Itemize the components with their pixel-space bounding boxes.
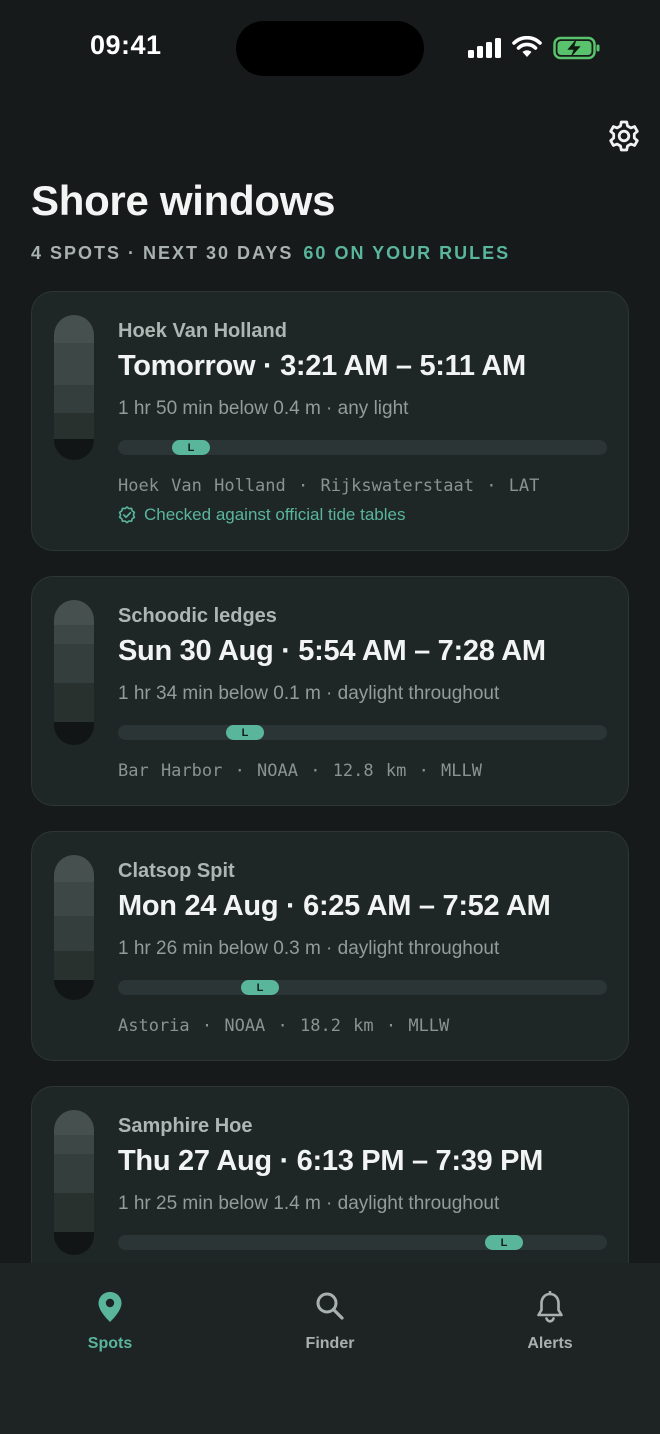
page-subtitle: 4 SPOTS · NEXT 30 DAYS 60 ON YOUR RULES bbox=[31, 243, 510, 264]
low-tide-marker: L bbox=[241, 980, 279, 995]
window-card[interactable]: Schoodic ledges Sun 30 Aug · 5:54 AM – 7… bbox=[31, 576, 629, 806]
search-icon bbox=[316, 1292, 344, 1320]
tide-timeline: L bbox=[118, 980, 607, 995]
station-meta: Hoek Van Holland · Rijkswaterstaat · LAT bbox=[118, 476, 540, 496]
tide-level-gauge bbox=[54, 600, 94, 745]
tide-level-gauge bbox=[54, 315, 94, 460]
spot-name: Hoek Van Holland bbox=[118, 320, 287, 342]
battery-charging-icon bbox=[553, 36, 600, 60]
tide-level-gauge bbox=[54, 855, 94, 1000]
windows-list[interactable]: Hoek Van Holland Tomorrow · 3:21 AM – 5:… bbox=[31, 291, 629, 1263]
cellular-signal-icon bbox=[468, 38, 501, 58]
verified-note: Checked against official tide tables bbox=[118, 505, 405, 525]
window-time: Mon 24 Aug · 6:25 AM – 7:52 AM bbox=[118, 890, 551, 922]
tab-alerts[interactable]: Alerts bbox=[480, 1291, 620, 1353]
tab-bar: Spots Finder Alerts bbox=[0, 1263, 660, 1434]
window-card[interactable]: Clatsop Spit Mon 24 Aug · 6:25 AM – 7:52… bbox=[31, 831, 629, 1061]
tab-spots[interactable]: Spots bbox=[40, 1291, 180, 1353]
spot-name: Clatsop Spit bbox=[118, 860, 235, 882]
station-meta: Astoria · NOAA · 18.2 km · MLLW bbox=[118, 1016, 450, 1036]
settings-gear-icon[interactable] bbox=[607, 119, 641, 153]
rules-count-link[interactable]: 60 ON YOUR RULES bbox=[303, 243, 510, 263]
tide-timeline: L bbox=[118, 440, 607, 455]
window-time: Thu 27 Aug · 6:13 PM – 7:39 PM bbox=[118, 1145, 544, 1177]
low-tide-marker: L bbox=[226, 725, 264, 740]
wifi-icon bbox=[512, 36, 542, 57]
low-tide-marker: L bbox=[172, 440, 210, 455]
spot-name: Samphire Hoe bbox=[118, 1115, 253, 1137]
tide-timeline: L bbox=[118, 725, 607, 740]
tab-label: Spots bbox=[87, 1335, 133, 1352]
tide-timeline: L bbox=[118, 1235, 607, 1250]
page-title: Shore windows bbox=[31, 177, 336, 224]
location-pin-icon bbox=[98, 1292, 122, 1322]
station-meta: Bar Harbor · NOAA · 12.8 km · MLLW bbox=[118, 761, 482, 781]
status-time: 09:41 bbox=[90, 30, 162, 60]
tab-finder[interactable]: Finder bbox=[260, 1291, 400, 1353]
tide-level-gauge bbox=[54, 1110, 94, 1255]
dynamic-island bbox=[236, 21, 424, 76]
window-detail: 1 hr 25 min below 1.4 m · daylight throu… bbox=[118, 1193, 500, 1214]
verified-label: Checked against official tide tables bbox=[144, 505, 406, 524]
window-time: Tomorrow · 3:21 AM – 5:11 AM bbox=[118, 350, 526, 382]
window-time: Sun 30 Aug · 5:54 AM – 7:28 AM bbox=[118, 635, 546, 667]
low-tide-marker: L bbox=[485, 1235, 523, 1250]
window-card[interactable]: Hoek Van Holland Tomorrow · 3:21 AM – 5:… bbox=[31, 291, 629, 551]
window-detail: 1 hr 50 min below 0.4 m · any light bbox=[118, 398, 409, 419]
tab-label: Alerts bbox=[527, 1335, 573, 1352]
spot-name: Schoodic ledges bbox=[118, 605, 277, 627]
subtitle-summary: 4 SPOTS · NEXT 30 DAYS bbox=[31, 243, 294, 263]
window-detail: 1 hr 34 min below 0.1 m · daylight throu… bbox=[118, 683, 500, 704]
tab-label: Finder bbox=[305, 1335, 355, 1352]
window-detail: 1 hr 26 min below 0.3 m · daylight throu… bbox=[118, 938, 500, 959]
status-bar: 09:41 bbox=[0, 0, 660, 96]
bell-icon bbox=[537, 1291, 563, 1323]
verified-check-icon bbox=[118, 506, 136, 524]
window-card[interactable]: Samphire Hoe Thu 27 Aug · 6:13 PM – 7:39… bbox=[31, 1086, 629, 1263]
